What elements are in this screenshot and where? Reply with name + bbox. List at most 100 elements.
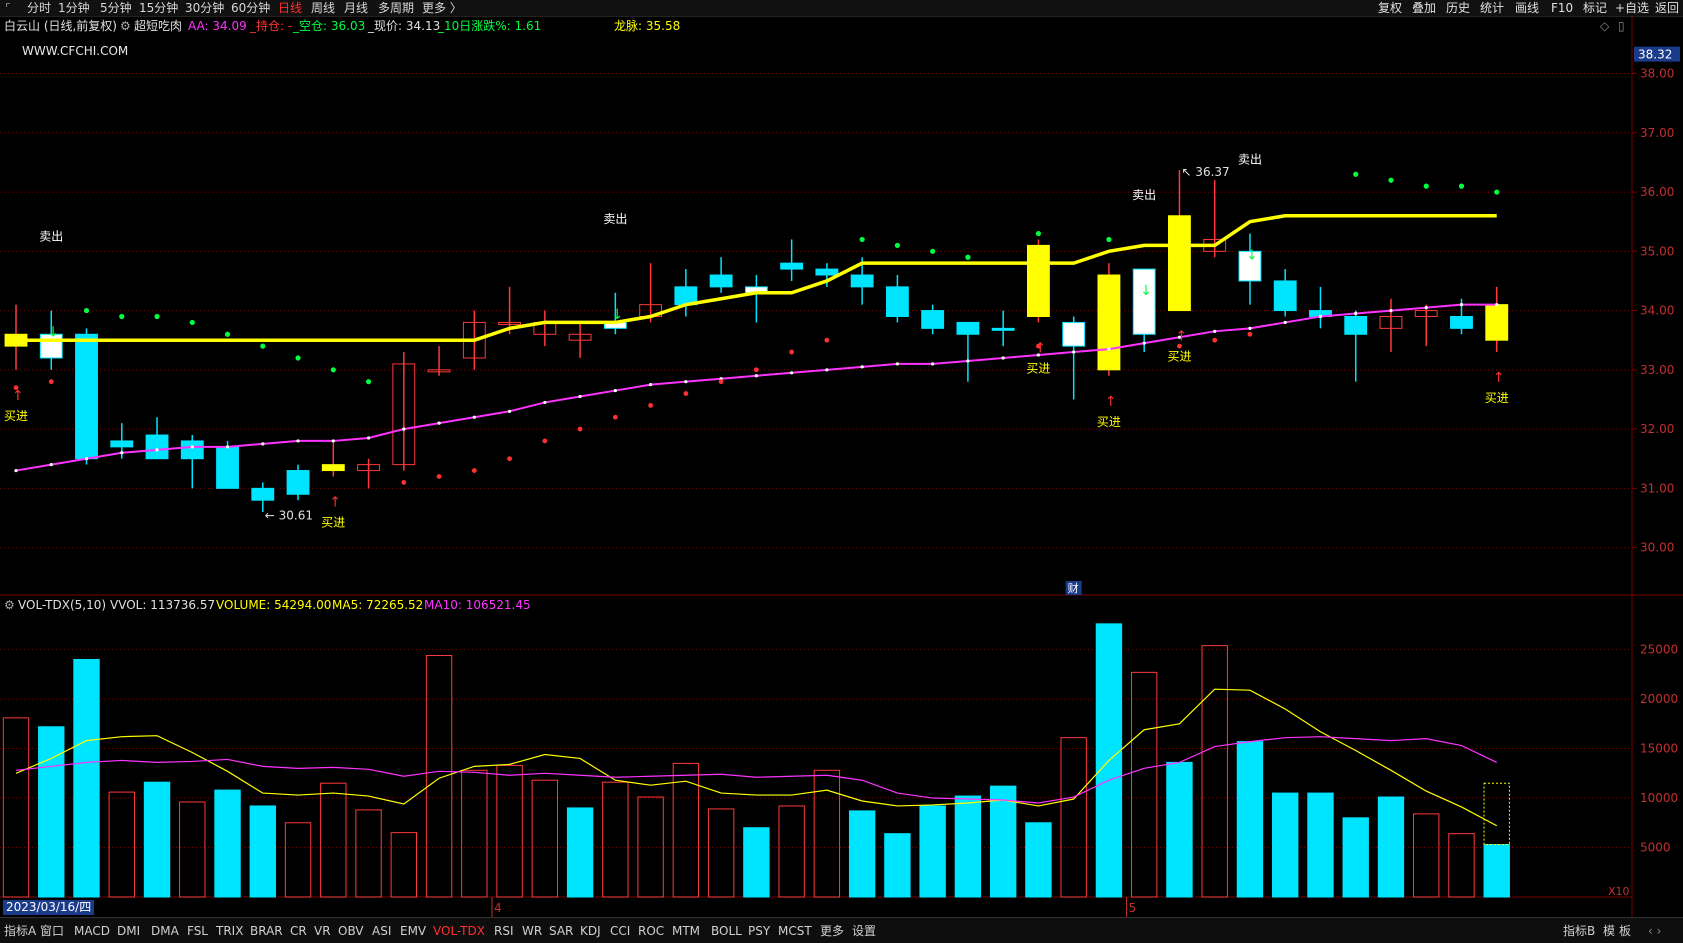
- low-price-label: ← 30.61: [265, 508, 313, 522]
- tab-window[interactable]: 窗口: [40, 922, 64, 940]
- volume-bar: [73, 658, 100, 898]
- volume-settings-icon[interactable]: ⚙: [4, 597, 15, 613]
- ma-point: [543, 400, 547, 405]
- tab-indicator-b[interactable]: 指标B: [1563, 922, 1595, 940]
- volume-bar: [743, 827, 770, 898]
- volume-tick-label: 10000: [1640, 791, 1678, 805]
- sell-label: 卖出: [1132, 188, 1156, 202]
- volume-bar: [672, 762, 700, 898]
- volume-bar: [143, 781, 171, 898]
- signal-dot-red: [789, 349, 795, 355]
- signal-dot-green: [1423, 183, 1429, 189]
- tab-cci[interactable]: CCI: [610, 922, 630, 940]
- tab-macd[interactable]: MACD: [74, 922, 110, 940]
- price-tick-label: 34.00: [1640, 304, 1674, 318]
- volume-bar: [390, 832, 418, 898]
- tab-indicator-a[interactable]: 指标A: [4, 922, 36, 940]
- ma-point: [437, 421, 441, 425]
- buy-arrow-icon: ↑: [1493, 370, 1505, 386]
- ma-point: [190, 445, 194, 449]
- signal-dot-green: [1388, 177, 1394, 183]
- tab-vr[interactable]: VR: [314, 922, 331, 940]
- buy-arrow-icon: ↑: [1105, 394, 1117, 410]
- ma-point: [1283, 320, 1287, 325]
- tab-brar[interactable]: BRAR: [250, 922, 283, 940]
- sell-arrow-icon: ↓: [1246, 248, 1258, 264]
- price-tick-label: 38.00: [1640, 67, 1674, 81]
- ma-point: [1001, 356, 1005, 360]
- tab-trix[interactable]: TRIX: [216, 922, 243, 940]
- price-tick-label: 32.00: [1640, 422, 1674, 436]
- buy-arrow-icon: ↑: [1034, 340, 1046, 356]
- volume-projection-box: [1483, 782, 1510, 846]
- buy-label: 买进: [321, 515, 345, 529]
- tab-settings[interactable]: 设置: [852, 922, 876, 940]
- month-marker-label: 5: [1129, 901, 1137, 915]
- nav-arrows-icon[interactable]: ‹ ›: [1648, 922, 1661, 940]
- indicator-tab-bar: 指标A 窗口 MACD DMI DMA FSL TRIX BRAR CR VR …: [0, 917, 1683, 943]
- volume-tick-label: 20000: [1640, 692, 1678, 706]
- signal-dot-red: [577, 426, 583, 432]
- tab-board[interactable]: 板: [1619, 922, 1631, 940]
- month-marker-label: 4: [494, 901, 502, 915]
- candle-body: [1344, 316, 1368, 335]
- signal-dot-green: [154, 313, 160, 320]
- tab-mcst[interactable]: MCST: [778, 922, 812, 940]
- signal-dot-green: [119, 313, 125, 320]
- candle-body: [110, 440, 134, 448]
- ma-point: [1107, 347, 1111, 351]
- tab-fsl[interactable]: FSL: [187, 922, 208, 940]
- volume-bar: [989, 785, 1017, 898]
- volume-bar: [1201, 645, 1228, 898]
- tab-vol-tdx[interactable]: VOL-TDX: [433, 922, 485, 940]
- tab-mtm[interactable]: MTM: [672, 922, 700, 940]
- tab-sar[interactable]: SAR: [549, 922, 573, 940]
- tab-dmi[interactable]: DMI: [117, 922, 140, 940]
- ma-point: [754, 374, 758, 378]
- candle-body: [921, 310, 945, 329]
- ma-point: [790, 371, 794, 375]
- kline-chart[interactable]: 38.00 37.00 36.00 35.00 34.00 33.00 32.00 31.00…: [0, 0, 1683, 917]
- tab-roc[interactable]: ROC: [638, 922, 664, 940]
- signal-dot-green: [1106, 236, 1112, 243]
- tab-obv[interactable]: OBV: [338, 922, 364, 940]
- ma-point: [331, 439, 335, 443]
- tab-boll[interactable]: BOLL: [711, 922, 742, 940]
- candle-body: [991, 327, 1015, 331]
- tab-psy[interactable]: PSY: [748, 922, 770, 940]
- tab-cr[interactable]: CR: [290, 922, 307, 940]
- ma-point: [225, 445, 230, 449]
- candle-body: [286, 470, 310, 495]
- tab-template[interactable]: 模: [1603, 922, 1615, 940]
- tab-asi[interactable]: ASI: [372, 922, 391, 940]
- buy-arrow-icon: ↑: [329, 494, 341, 510]
- candle-body: [1026, 244, 1050, 317]
- volume-bar: [179, 801, 206, 898]
- ma-point: [1142, 341, 1146, 345]
- sell-label: 卖出: [39, 230, 63, 244]
- volume-indicator-name[interactable]: VOL-TDX(5,10): [18, 597, 106, 613]
- tab-rsi[interactable]: RSI: [494, 922, 514, 940]
- tab-wr[interactable]: WR: [522, 922, 542, 940]
- tab-kdj[interactable]: KDJ: [580, 922, 601, 940]
- volume-bar: [602, 781, 629, 898]
- signal-dot-red: [471, 468, 477, 473]
- tab-more[interactable]: 更多: [820, 922, 844, 940]
- volume-bar: [1483, 844, 1510, 898]
- volume-bar: [214, 789, 241, 898]
- volume-bar: [461, 769, 488, 898]
- signal-dot-red: [1212, 337, 1218, 343]
- ma-point: [120, 451, 124, 455]
- signal-dot-red: [436, 474, 442, 479]
- sell-label: 卖出: [1238, 153, 1262, 167]
- signal-dot-red: [1247, 331, 1253, 337]
- tab-dma[interactable]: DMA: [151, 922, 179, 940]
- buy-arrow-icon: ↑: [12, 388, 24, 404]
- candle-body: [251, 487, 275, 501]
- tab-emv[interactable]: EMV: [400, 922, 426, 940]
- signal-dot-green: [894, 242, 900, 248]
- volume-bar: [284, 822, 312, 898]
- candle-body: [780, 262, 804, 270]
- volume-value: VOLUME: 54294.00: [216, 598, 332, 612]
- volume-bar: [108, 791, 135, 898]
